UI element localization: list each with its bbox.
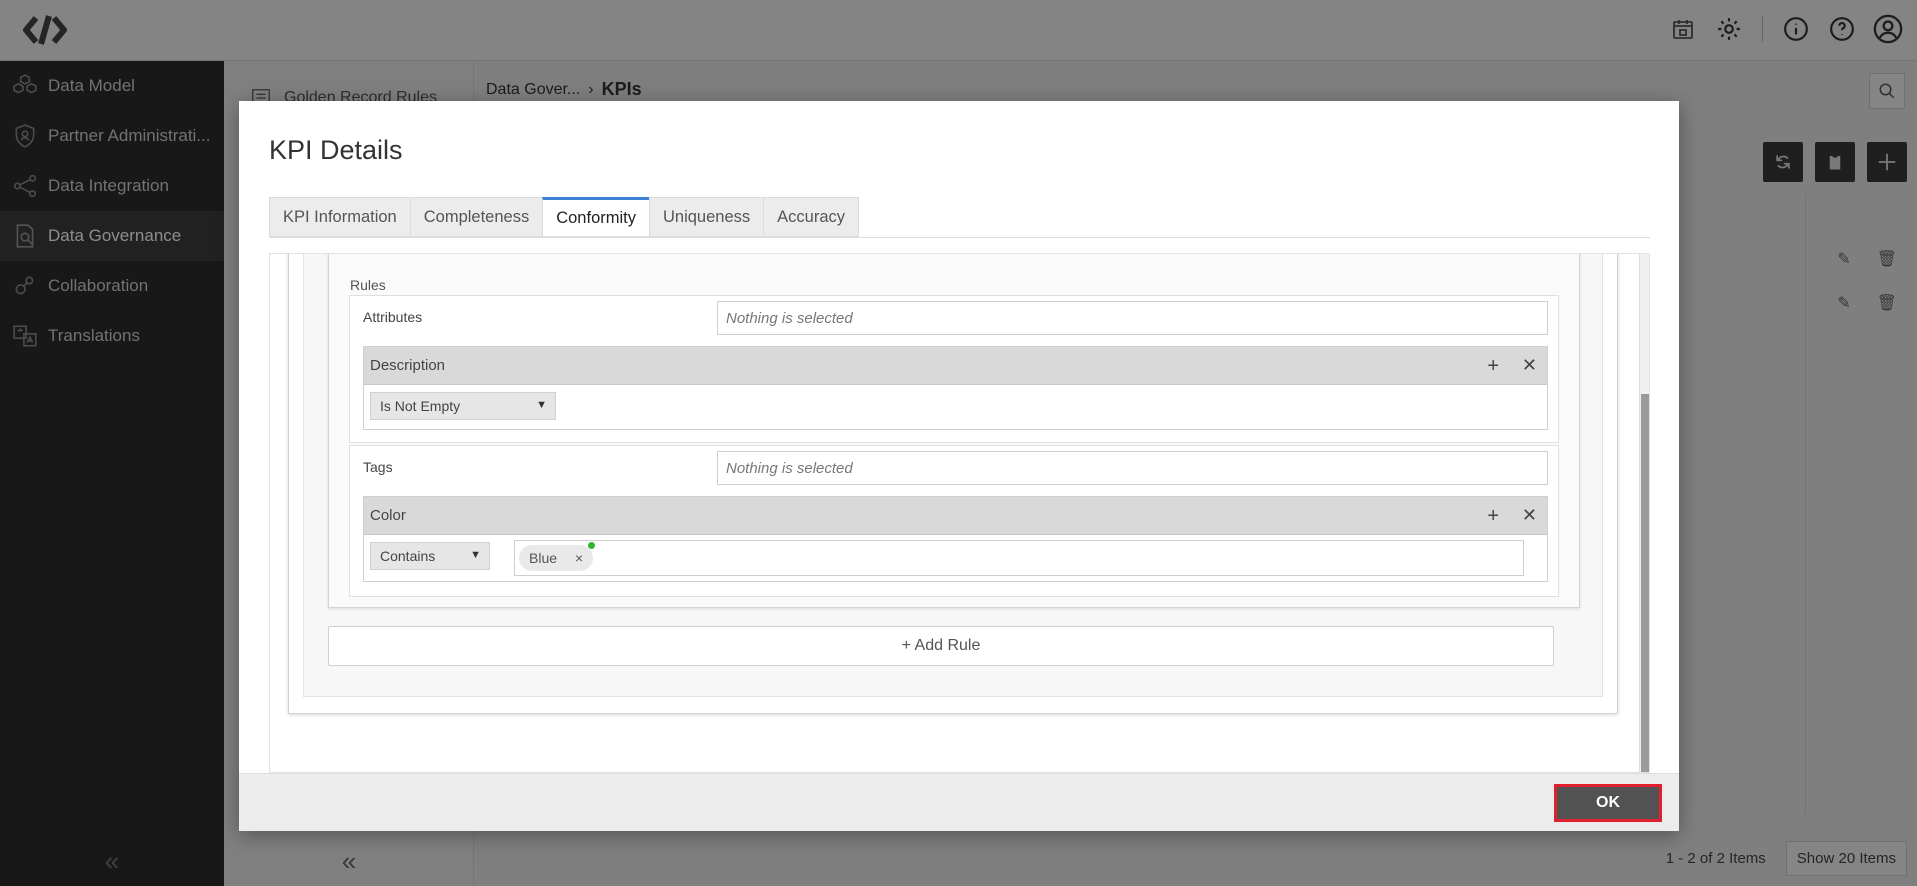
operator-dropdown[interactable]: Is Not Empty ▼ (370, 392, 556, 420)
content-scrollbar[interactable] (1639, 254, 1649, 772)
attributes-rule-block: Attributes Nothing is selected Descripti… (349, 295, 1559, 443)
ok-button[interactable]: OK (1554, 784, 1662, 822)
kpi-rule-card: Rules Attributes Nothing is selected Des… (288, 254, 1618, 714)
close-icon[interactable]: ✕ (1522, 355, 1537, 376)
attributes-label: Attributes (363, 309, 423, 325)
add-rule-button[interactable]: + Add Rule (328, 626, 1554, 666)
kpi-details-dialog: KPI Details KPI Information Completeness… (239, 101, 1679, 831)
scrollbar-thumb[interactable] (1641, 394, 1649, 772)
add-condition-icon[interactable]: + (1487, 355, 1499, 378)
attribute-header: Description + ✕ (364, 347, 1547, 385)
tab-completeness[interactable]: Completeness (409, 197, 543, 237)
rule-panel: Rules Attributes Nothing is selected Des… (303, 254, 1603, 697)
attribute-header: Color + ✕ (364, 497, 1547, 535)
value-chip: Blue × (519, 542, 596, 571)
tab-conformity[interactable]: Conformity (542, 197, 649, 237)
dialog-footer: OK (239, 773, 1679, 831)
conformity-content: Rules Attributes Nothing is selected Des… (269, 253, 1650, 773)
app: Data Model Partner Administrati... Data … (0, 0, 1917, 886)
rules-card: Rules Attributes Nothing is selected Des… (328, 254, 1580, 608)
operator-value: Is Not Empty (380, 398, 461, 414)
tab-accuracy[interactable]: Accuracy (763, 197, 859, 237)
remove-chip-icon[interactable]: × (575, 550, 583, 566)
tab-bar: KPI Information Completeness Conformity … (269, 197, 859, 237)
dialog-title: KPI Details (269, 135, 403, 165)
attribute-name: Color (370, 507, 406, 524)
tab-kpi-information[interactable]: KPI Information (269, 197, 410, 237)
tags-select[interactable]: Nothing is selected (717, 451, 1548, 485)
values-input[interactable]: Blue × (514, 540, 1524, 576)
rules-label: Rules (350, 277, 386, 293)
chevron-down-icon: ▼ (470, 549, 481, 561)
operator-dropdown[interactable]: Contains ▼ (370, 542, 490, 570)
tab-uniqueness[interactable]: Uniqueness (649, 197, 764, 237)
tags-label: Tags (363, 459, 393, 475)
attribute-name: Description (370, 357, 446, 374)
attribute-condition-description: Description + ✕ Is Not Empty ▼ (363, 346, 1548, 430)
tab-divider (269, 237, 1650, 238)
attributes-select[interactable]: Nothing is selected (717, 301, 1548, 335)
tags-rule-block: Tags Nothing is selected Color + ✕ Conta… (349, 445, 1559, 597)
operator-value: Contains (380, 548, 436, 564)
close-icon[interactable]: ✕ (1522, 505, 1537, 526)
chip-label: Blue (529, 550, 558, 566)
attribute-condition-color: Color + ✕ Contains ▼ Blue × (363, 496, 1548, 582)
chevron-down-icon: ▼ (536, 399, 547, 411)
add-condition-icon[interactable]: + (1487, 505, 1499, 528)
status-dot (588, 542, 596, 549)
